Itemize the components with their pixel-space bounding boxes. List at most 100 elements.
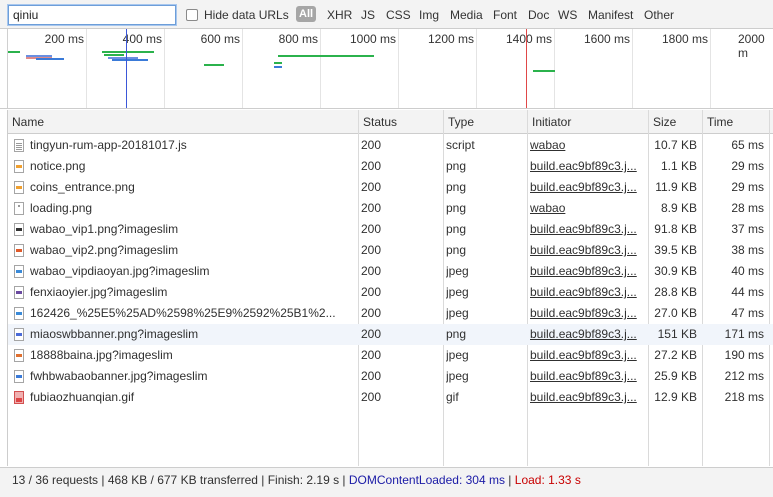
column-header-type[interactable]: Type bbox=[444, 110, 474, 134]
type-filter-css[interactable]: CSS bbox=[386, 8, 411, 22]
table-row[interactable]: miaoswbbanner.png?imageslim 200 png build.e… bbox=[8, 324, 773, 345]
hide-data-urls-label: Hide data URLs bbox=[204, 8, 289, 22]
request-initiator-link[interactable]: build.eac9bf89c3.j... bbox=[530, 366, 646, 387]
request-name: 18888baina.jpg?imageslim bbox=[30, 348, 173, 362]
request-time: 44 ms bbox=[731, 285, 764, 299]
load-time: Load: 1.33 s bbox=[514, 473, 581, 487]
hide-data-urls-checkbox[interactable] bbox=[186, 9, 198, 21]
overview-request-bar bbox=[112, 59, 148, 61]
request-initiator-link[interactable]: build.eac9bf89c3.j... bbox=[530, 177, 646, 198]
request-size: 12.9 KB bbox=[654, 390, 697, 404]
table-row[interactable]: 18888baina.jpg?imageslim 200 jpeg build.eac… bbox=[8, 345, 773, 366]
overview-tick-label: 1800 ms bbox=[661, 32, 708, 46]
request-initiator-link[interactable]: build.eac9bf89c3.j... bbox=[530, 345, 646, 366]
table-row[interactable]: loading.png 200 png wabao 8.9 KB 28 ms bbox=[8, 198, 773, 219]
request-type: png bbox=[446, 180, 467, 194]
request-status: 200 bbox=[361, 306, 382, 320]
image-file-icon bbox=[14, 286, 24, 299]
dom-content-loaded-time: DOMContentLoaded: 304 ms bbox=[348, 473, 505, 487]
request-table: Name Status Type Initiator Size Time tin… bbox=[7, 110, 773, 466]
request-status: 200 bbox=[361, 327, 382, 341]
request-size: 39.5 KB bbox=[654, 243, 697, 257]
type-filter-xhr[interactable]: XHR bbox=[327, 8, 352, 22]
table-row[interactable]: wabao_vipdiaoyan.jpg?imageslim 200 jpeg bui… bbox=[8, 261, 773, 282]
request-size: 91.8 KB bbox=[654, 222, 697, 236]
column-header-name[interactable]: Name bbox=[8, 110, 44, 134]
status-separator: | bbox=[504, 473, 515, 487]
request-size: 25.9 KB bbox=[654, 369, 697, 383]
request-initiator-link[interactable]: wabao bbox=[530, 135, 646, 156]
type-filter-other[interactable]: Other bbox=[644, 8, 674, 22]
table-row[interactable]: wabao_vip1.png?imageslim 200 png build.eac9… bbox=[8, 219, 773, 240]
type-filter-js[interactable]: JS bbox=[361, 8, 375, 22]
request-type: jpeg bbox=[446, 264, 469, 278]
request-type: png bbox=[446, 159, 467, 173]
request-size: 8.9 KB bbox=[660, 201, 697, 215]
request-size: 30.9 KB bbox=[654, 264, 697, 278]
request-time: 47 ms bbox=[731, 306, 764, 320]
request-size: 27.0 KB bbox=[654, 306, 697, 320]
type-filter-img[interactable]: Img bbox=[419, 8, 439, 22]
table-row[interactable]: fubiaozhuanqian.gif 200 gif build.eac9bf89c… bbox=[8, 387, 773, 408]
request-size: 28.8 KB bbox=[654, 285, 697, 299]
image-file-icon bbox=[14, 370, 24, 383]
column-header-time[interactable]: Time bbox=[703, 110, 733, 134]
request-status: 200 bbox=[361, 264, 382, 278]
type-filter-font[interactable]: Font bbox=[493, 8, 517, 22]
table-row[interactable]: fenxiaoyier.jpg?imageslim 200 jpeg build.ea… bbox=[8, 282, 773, 303]
request-initiator-link[interactable]: build.eac9bf89c3.j... bbox=[530, 303, 646, 324]
request-initiator-link[interactable]: build.eac9bf89c3.j... bbox=[530, 156, 646, 177]
request-size: 10.7 KB bbox=[654, 138, 697, 152]
request-initiator-link[interactable]: build.eac9bf89c3.j... bbox=[530, 219, 646, 240]
overview-gridline bbox=[164, 29, 165, 108]
type-filter-all[interactable]: All bbox=[296, 6, 317, 22]
overview-tick-label: 2000 m bbox=[738, 32, 765, 60]
request-time: 190 ms bbox=[724, 348, 764, 362]
image-file-icon bbox=[14, 160, 24, 173]
request-name: fubiaozhuanqian.gif bbox=[30, 390, 135, 404]
hide-data-urls-toggle[interactable]: Hide data URLs bbox=[186, 8, 289, 22]
image-file-icon bbox=[14, 223, 24, 236]
request-time: 29 ms bbox=[731, 159, 764, 173]
request-type: jpeg bbox=[446, 285, 469, 299]
image-file-icon bbox=[14, 202, 24, 215]
overview-gridline bbox=[398, 29, 399, 108]
overview-gridline bbox=[320, 29, 321, 108]
request-initiator-link[interactable]: build.eac9bf89c3.j... bbox=[530, 324, 646, 345]
type-filter-ws[interactable]: WS bbox=[558, 8, 577, 22]
column-header-size[interactable]: Size bbox=[649, 110, 676, 134]
overview-tick-label: 1400 ms bbox=[505, 32, 552, 46]
column-header-status[interactable]: Status bbox=[359, 110, 397, 134]
request-size: 11.9 KB bbox=[655, 180, 697, 194]
table-row[interactable]: notice.png 200 png build.eac9bf89c3.j... 1.1… bbox=[8, 156, 773, 177]
request-time: 171 ms bbox=[724, 327, 764, 341]
overview-left-edge bbox=[7, 29, 8, 108]
request-initiator-link[interactable]: wabao bbox=[530, 198, 646, 219]
request-initiator-link[interactable]: build.eac9bf89c3.j... bbox=[530, 261, 646, 282]
request-type: jpeg bbox=[446, 306, 469, 320]
table-row[interactable]: fwhbwabaobanner.jpg?imageslim 200 jpeg buil… bbox=[8, 366, 773, 387]
type-filter-manifest[interactable]: Manifest bbox=[588, 8, 633, 22]
overview-request-bar bbox=[36, 58, 64, 60]
type-filter-media[interactable]: Media bbox=[450, 8, 483, 22]
table-row[interactable]: coins_entrance.png 200 png build.eac9bf89c3… bbox=[8, 177, 773, 198]
table-row[interactable]: wabao_vip2.png?imageslim 200 png build.eac9… bbox=[8, 240, 773, 261]
request-status: 200 bbox=[361, 138, 382, 152]
filter-input[interactable] bbox=[8, 5, 176, 25]
request-initiator-link[interactable]: build.eac9bf89c3.j... bbox=[530, 387, 646, 408]
script-file-icon bbox=[14, 139, 24, 152]
network-status-bar: 13 / 36 requests | 468 KB / 677 KB trans… bbox=[0, 467, 773, 497]
table-row[interactable]: tingyun-rum-app-20181017.js 200 script waba… bbox=[8, 135, 773, 156]
request-status: 200 bbox=[361, 201, 382, 215]
overview-gridline bbox=[632, 29, 633, 108]
request-initiator-link[interactable]: build.eac9bf89c3.j... bbox=[530, 282, 646, 303]
overview-tick-label: 400 ms bbox=[122, 32, 162, 46]
request-name: fwhbwabaobanner.jpg?imageslim bbox=[30, 369, 208, 383]
type-filter-doc[interactable]: Doc bbox=[528, 8, 549, 22]
column-header-initiator[interactable]: Initiator bbox=[528, 110, 571, 134]
overview-tick-label: 1200 ms bbox=[427, 32, 474, 46]
timeline-overview[interactable]: 200 ms 400 ms 600 ms 800 ms 1000 ms 1200… bbox=[0, 29, 773, 109]
table-row[interactable]: 162426_%25E5%25AD%2598%25E9%2592%25B1%2.… bbox=[8, 303, 773, 324]
request-initiator-link[interactable]: build.eac9bf89c3.j... bbox=[530, 240, 646, 261]
overview-gridline bbox=[554, 29, 555, 108]
